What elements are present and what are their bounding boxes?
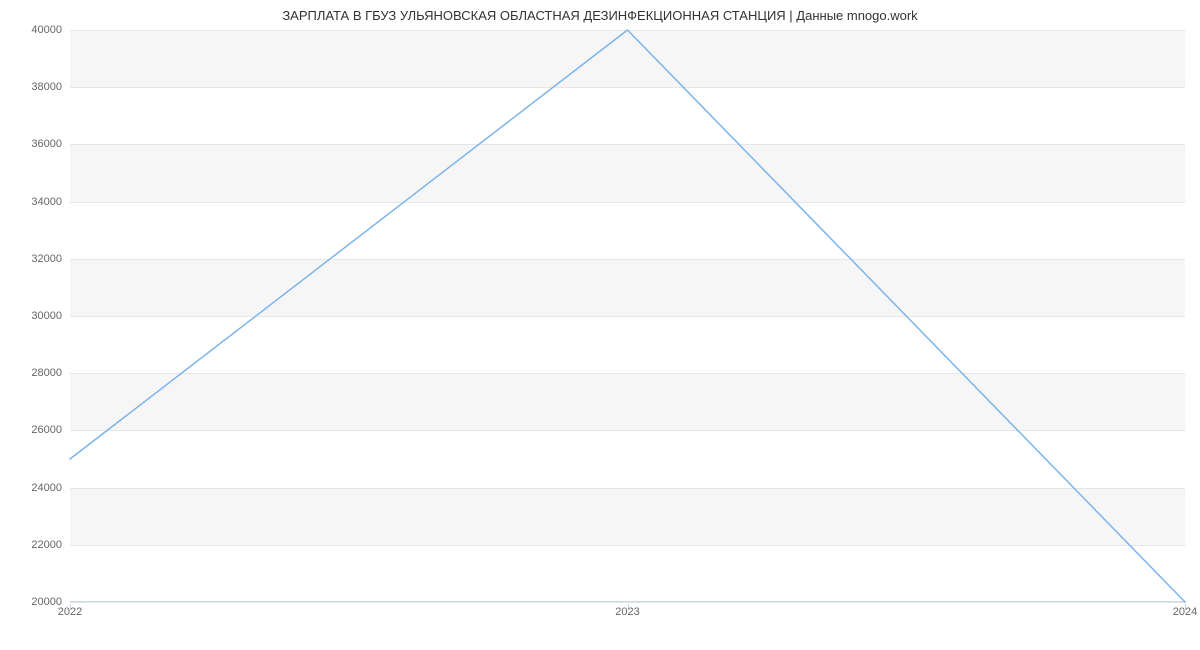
y-tick-label: 24000 (7, 482, 62, 494)
y-tick-label: 20000 (7, 596, 62, 608)
x-tick-label: 2024 (1173, 606, 1197, 618)
chart-title: ЗАРПЛАТА В ГБУЗ УЛЬЯНОВСКАЯ ОБЛАСТНАЯ ДЕ… (0, 8, 1200, 23)
y-tick-label: 40000 (7, 24, 62, 36)
x-tick-label: 2022 (58, 606, 82, 618)
chart-container: ЗАРПЛАТА В ГБУЗ УЛЬЯНОВСКАЯ ОБЛАСТНАЯ ДЕ… (0, 0, 1200, 650)
y-tick-label: 36000 (7, 138, 62, 150)
x-tick-label: 2023 (615, 606, 639, 618)
plot-area[interactable] (70, 30, 1185, 602)
series-line (70, 30, 1185, 602)
y-tick-label: 30000 (7, 310, 62, 322)
y-tick-label: 32000 (7, 253, 62, 265)
y-tick-label: 34000 (7, 196, 62, 208)
y-tick-label: 22000 (7, 539, 62, 551)
y-gridline (70, 602, 1185, 603)
y-tick-label: 26000 (7, 424, 62, 436)
y-tick-label: 28000 (7, 367, 62, 379)
y-tick-label: 38000 (7, 81, 62, 93)
